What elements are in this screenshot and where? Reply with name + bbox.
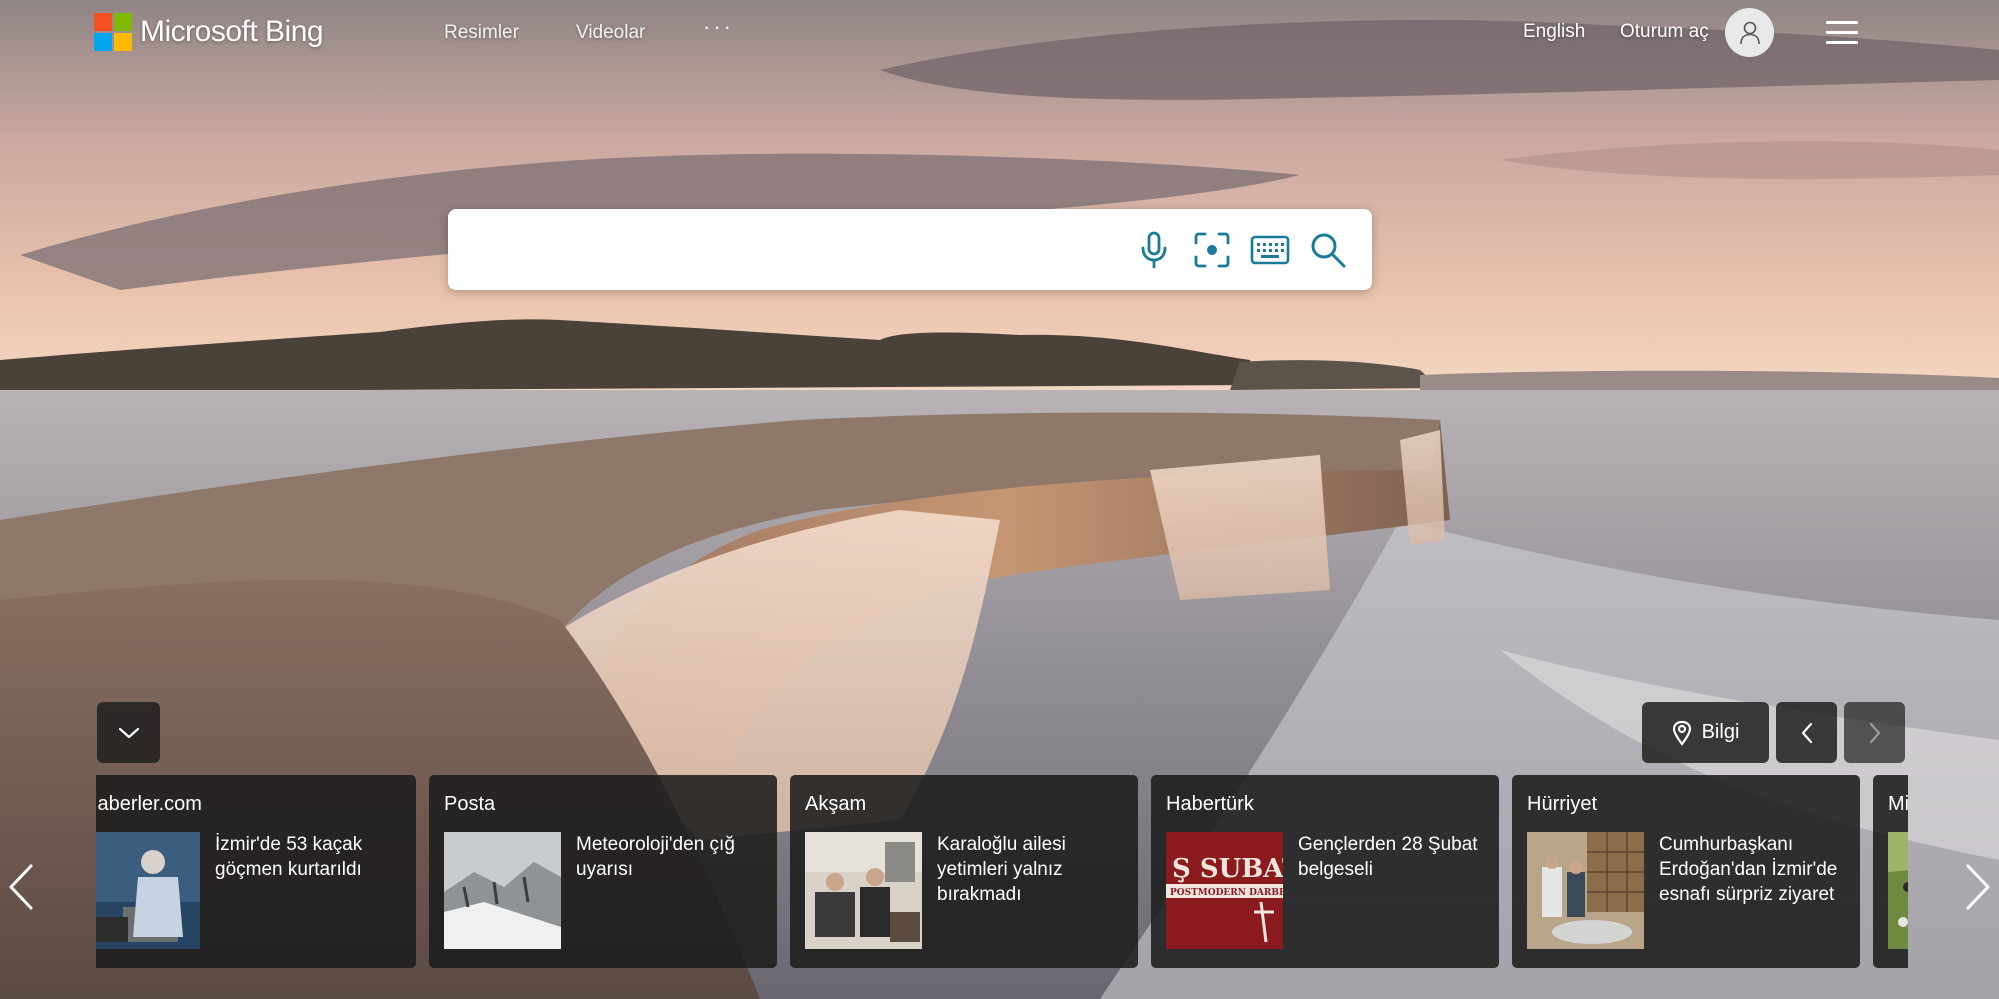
news-carousel: Haberler.com İzmir'de 53 kaçak göçmen ku…	[96, 775, 1908, 968]
thumbnail-main-text: Ş SUBAT	[1172, 854, 1283, 884]
search-input[interactable]	[470, 227, 1110, 271]
language-link[interactable]: English	[1523, 21, 1585, 43]
chevron-left-icon	[1801, 722, 1812, 743]
keyboard-icon[interactable]	[1250, 230, 1290, 270]
nav-videos[interactable]: Videolar	[576, 22, 645, 44]
user-icon	[1739, 21, 1760, 44]
news-card[interactable]: Haberler.com İzmir'de 53 kaçak göçmen ku…	[96, 775, 416, 968]
next-image-button[interactable]	[1844, 702, 1905, 763]
nav-images[interactable]: Resimler	[444, 22, 519, 44]
news-source: Hürriyet	[1527, 793, 1598, 815]
news-title: Gençlerden 28 Şubat belgeseli	[1298, 834, 1478, 880]
info-label: Bilgi	[1701, 721, 1740, 743]
news-source: Milliyet	[1888, 793, 1908, 815]
collapse-button[interactable]	[97, 702, 160, 763]
news-thumbnail: Ş SUBAT POSTMODERN DARBE	[1166, 832, 1283, 949]
news-source: Akşam	[805, 793, 867, 815]
news-thumbnail	[96, 832, 200, 949]
news-card[interactable]: Hürriyet Cumhurbaşkanı Erdoğan'dan İzmir…	[1512, 775, 1860, 968]
bing-logo[interactable]: Microsoft Bing	[94, 13, 324, 51]
news-source: Posta	[444, 793, 496, 815]
news-card[interactable]: Milliyet	[1873, 775, 1908, 968]
logo-square-red	[94, 13, 112, 31]
news-title: Karaloğlu ailesi yetimleri yalnız bırakm…	[937, 834, 1066, 905]
news-card[interactable]: Posta Meteoroloji'den çığ uyarısı	[429, 775, 777, 968]
news-thumbnail	[1527, 832, 1644, 949]
location-pin-icon	[1672, 720, 1691, 746]
logo-square-yellow	[114, 33, 132, 51]
more-menu-button[interactable]: ···	[703, 14, 734, 40]
top-header: Microsoft Bing Resimler Videolar ··· Eng…	[0, 0, 1999, 66]
search-icon[interactable]	[1308, 230, 1348, 270]
news-card[interactable]: Akşam Karaloğlu ailesi yetimleri yalnız …	[790, 775, 1138, 968]
sign-in-link[interactable]: Oturum aç	[1620, 21, 1709, 43]
news-card[interactable]: Habertürk Ş SUBAT POSTMODERN DARBE Gençl…	[1151, 775, 1499, 968]
news-title: İzmir'de 53 kaçak göçmen kurtarıldı	[215, 834, 363, 880]
info-button[interactable]: Bilgi	[1642, 702, 1769, 763]
search-box	[448, 209, 1372, 290]
news-title: Meteoroloji'den çığ uyarısı	[576, 834, 735, 880]
logo-square-blue	[94, 33, 112, 51]
news-source: Haberler.com	[96, 793, 202, 815]
news-thumbnail	[805, 832, 922, 949]
thumbnail-sub-text: POSTMODERN DARBE	[1170, 888, 1283, 898]
previous-image-button[interactable]	[1776, 702, 1837, 763]
brand-name: Microsoft Bing	[140, 15, 324, 48]
visual-search-icon[interactable]	[1192, 230, 1232, 270]
news-thumbnail	[1888, 832, 1908, 949]
news-source: Habertürk	[1166, 793, 1254, 815]
carousel-prev-icon[interactable]	[6, 862, 36, 912]
avatar[interactable]	[1725, 8, 1774, 57]
microphone-icon[interactable]	[1134, 230, 1174, 270]
logo-square-green	[114, 13, 132, 31]
hamburger-menu-icon[interactable]	[1826, 19, 1858, 47]
carousel-next-icon[interactable]	[1963, 862, 1993, 912]
chevron-down-icon	[118, 727, 139, 738]
news-thumbnail	[444, 832, 561, 949]
chevron-right-icon	[1869, 722, 1880, 743]
microsoft-logo-icon	[94, 13, 132, 51]
news-title: Cumhurbaşkanı Erdoğan'dan İzmir'de esnaf…	[1659, 834, 1838, 905]
